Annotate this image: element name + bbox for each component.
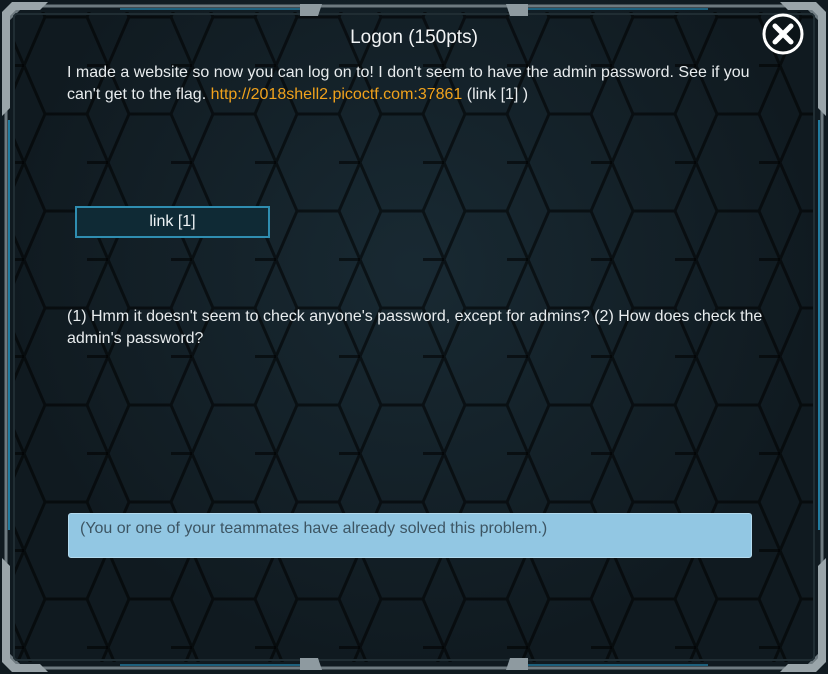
close-icon — [762, 13, 804, 55]
problem-description: I made a website so now you can log on t… — [67, 62, 767, 106]
dialog-title: Logon (150pts) — [350, 27, 478, 48]
problem-url-link[interactable]: http://2018shell2.picoctf.com:37861 — [211, 86, 463, 103]
link-1-button[interactable]: link [1] — [75, 206, 270, 238]
solved-status-banner: (You or one of your teammates have alrea… — [68, 513, 752, 558]
close-button[interactable] — [761, 12, 805, 56]
hints-text: (1) Hmm it doesn't seem to check anyone'… — [67, 308, 763, 347]
description-suffix: (link [1] ) — [466, 86, 529, 103]
problem-dialog: Logon (150pts) I made a website so now y… — [0, 0, 828, 674]
